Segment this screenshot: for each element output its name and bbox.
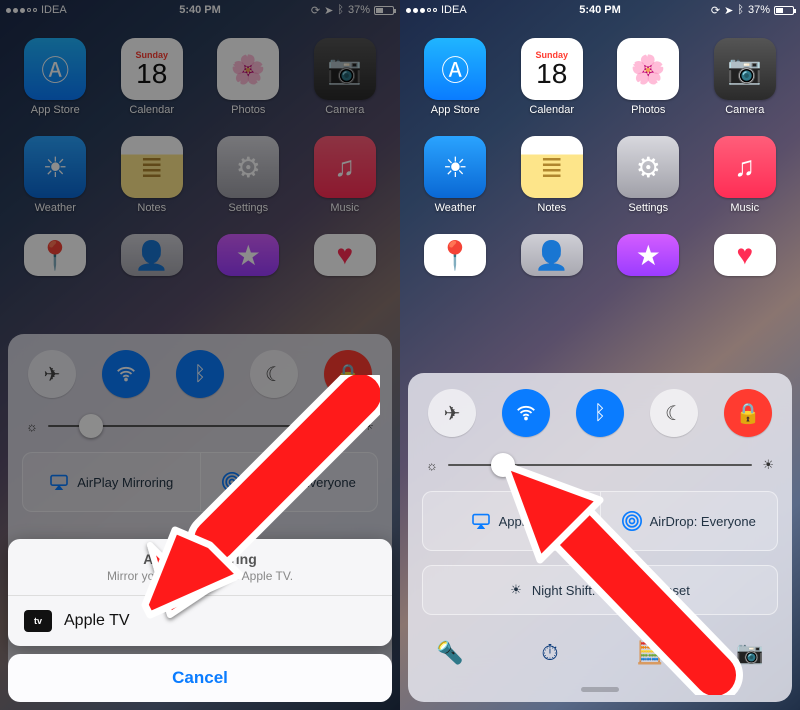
brightness-high-icon: ☀︎: [762, 457, 774, 473]
calculator-button[interactable]: 🧮: [622, 629, 678, 677]
lock-icon: 🔒: [736, 401, 761, 426]
app-settings[interactable]: ⚙︎Settings: [605, 136, 692, 214]
camera-icon: 📷: [736, 640, 763, 666]
bluetooth-toggle[interactable]: ᛒ: [576, 389, 624, 437]
wifi-toggle[interactable]: [502, 389, 550, 437]
orientation-lock-toggle[interactable]: 🔒: [724, 389, 772, 437]
app-calendar[interactable]: Sunday18Calendar: [509, 38, 596, 116]
signal-dots-icon: [406, 8, 437, 13]
battery-pct: 37%: [748, 4, 770, 16]
app-itunes[interactable]: ★: [605, 234, 692, 276]
location-icon: ➤: [724, 4, 733, 17]
appstore-icon: Ⓐ: [424, 38, 486, 100]
app-photos[interactable]: 🌸Photos: [605, 38, 692, 116]
orientation-lock-icon: ⟳: [711, 4, 720, 17]
app-notes[interactable]: ≣Notes: [509, 136, 596, 214]
app-googlemaps[interactable]: 📍: [412, 234, 499, 276]
sheet-item-apple-tv[interactable]: tv Apple TV: [8, 595, 392, 646]
app-weather[interactable]: ☀︎Weather: [412, 136, 499, 214]
timer-icon: ⏱: [541, 640, 558, 666]
moon-icon: ☾: [665, 401, 683, 426]
drag-handle[interactable]: [581, 687, 619, 692]
clock-label: 5:40 PM: [579, 4, 621, 16]
screenshot-left: IDEA 5:40 PM ⟳ ➤ ᛒ 37% ⒶApp Store Sunday…: [0, 0, 400, 710]
brightness-slider[interactable]: ☼ ☀︎: [422, 451, 778, 491]
itunes-icon: ★: [617, 234, 679, 276]
flashlight-icon: 🔦: [436, 640, 463, 666]
airplay-action-sheet: AirPlay Mirroring Mirror your iPhone on …: [8, 539, 392, 702]
app-music[interactable]: ♫Music: [702, 136, 789, 214]
airdrop-icon: [622, 511, 642, 531]
flashlight-button[interactable]: 🔦: [422, 629, 478, 677]
sheet-title: AirPlay Mirroring: [18, 551, 382, 567]
notes-icon: ≣: [521, 136, 583, 198]
apple-tv-icon: tv: [24, 610, 52, 632]
app-contacts[interactable]: 👤: [509, 234, 596, 276]
airdrop-tile[interactable]: AirDrop: Everyone: [600, 492, 778, 550]
status-bar: IDEA 5:40 PM ⟳ ➤ ᛒ 37%: [400, 0, 800, 20]
timer-button[interactable]: ⏱: [522, 629, 578, 677]
home-apps: ⒶApp Store Sunday18Calendar 🌸Photos 📷Cam…: [400, 28, 800, 286]
weather-icon: ☀︎: [424, 136, 486, 198]
sheet-item-label: Apple TV: [64, 612, 130, 630]
airplane-toggle[interactable]: ✈︎: [428, 389, 476, 437]
airplay-tile[interactable]: Apple TV: [423, 492, 600, 550]
camera-icon: 📷: [714, 38, 776, 100]
settings-icon: ⚙︎: [617, 136, 679, 198]
bluetooth-icon: ᛒ: [594, 402, 606, 425]
carrier-label: IDEA: [441, 4, 467, 16]
control-center: ✈︎ ᛒ ☾ 🔒 ☼ ☀︎ Apple TV AirDrop: Everyone…: [408, 373, 792, 702]
brightness-low-icon: ☼: [426, 458, 438, 473]
contacts-icon: 👤: [521, 234, 583, 276]
night-shift-tile[interactable]: ☀︎ Night Shift: Off Until Sunset: [422, 565, 778, 615]
airplay-icon: [471, 513, 491, 529]
airdrop-label: AirDrop: Everyone: [650, 514, 756, 529]
googlemaps-icon: 📍: [424, 234, 486, 276]
battery-icon: [774, 6, 794, 15]
calendar-icon: Sunday18: [521, 38, 583, 100]
airplay-label: Apple TV: [499, 514, 552, 529]
music-icon: ♫: [714, 136, 776, 198]
calculator-icon: 🧮: [636, 640, 663, 666]
bluetooth-icon: ᛒ: [737, 4, 744, 16]
cancel-button[interactable]: Cancel: [8, 654, 392, 702]
dnd-toggle[interactable]: ☾: [650, 389, 698, 437]
wifi-icon: [515, 402, 537, 424]
app-camera[interactable]: 📷Camera: [702, 38, 789, 116]
night-shift-label: Night Shift: Off Until Sunset: [532, 583, 690, 598]
airplane-icon: ✈︎: [444, 401, 461, 426]
camera-button[interactable]: 📷: [722, 629, 778, 677]
sheet-subtitle: Mirror your iPhone on an Apple TV.: [18, 569, 382, 583]
screenshot-right: IDEA 5:40 PM ⟳ ➤ ᛒ 37% ⒶApp Store Sunday…: [400, 0, 800, 710]
app-health[interactable]: ♥: [702, 234, 789, 276]
app-appstore[interactable]: ⒶApp Store: [412, 38, 499, 116]
photos-icon: 🌸: [617, 38, 679, 100]
night-shift-icon: ☀︎: [510, 582, 522, 598]
health-icon: ♥: [714, 234, 776, 276]
